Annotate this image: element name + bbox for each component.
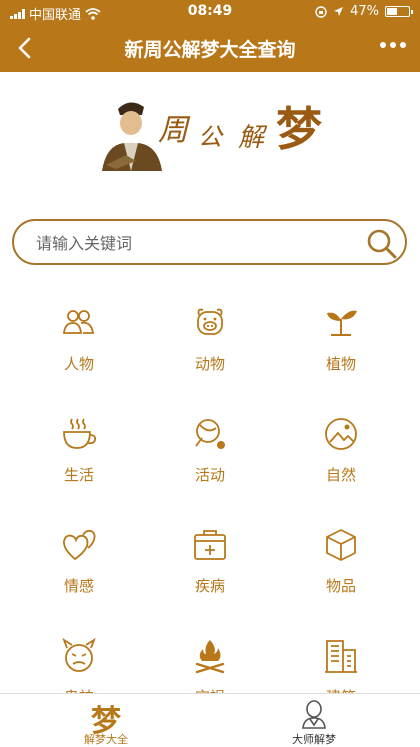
duke-zhou-portrait-icon <box>102 102 162 171</box>
category-label: 活动 <box>194 466 225 484</box>
page-title: 新周公解梦大全查询 <box>124 39 296 61</box>
category-label: 植物 <box>325 355 356 373</box>
status-bar: 中国联通 08:49 47% <box>0 0 420 24</box>
nav-bar: 新周公解梦大全查询 <box>0 24 420 72</box>
category-activities[interactable]: 活动 <box>145 416 275 506</box>
category-label: 动物 <box>194 355 225 373</box>
monk-icon <box>302 700 326 729</box>
category-label: 生活 <box>63 466 94 484</box>
tab-label: 解梦大全 <box>84 733 128 746</box>
medical-kit-icon <box>194 530 226 560</box>
logo: 周 公 解 梦 <box>96 95 326 175</box>
tab-bar: 梦 解梦大全 大师解梦 <box>0 693 420 747</box>
category-label: 疾病 <box>194 577 225 595</box>
category-life[interactable]: 生活 <box>14 416 144 506</box>
search-bar <box>12 219 407 265</box>
tab-label: 大师解梦 <box>292 733 336 746</box>
tab-dream-encyclopedia[interactable]: 梦 解梦大全 <box>36 694 176 747</box>
battery-percent: 47% <box>350 4 379 19</box>
ping-pong-icon <box>195 419 225 449</box>
building-icon <box>325 640 357 673</box>
category-animals[interactable]: 动物 <box>145 305 275 395</box>
logo-char-2: 公 <box>198 123 222 151</box>
people-icon <box>63 310 95 334</box>
category-label: 自然 <box>325 466 356 484</box>
steaming-cup-icon <box>63 418 97 449</box>
logo-char-4: 梦 <box>276 102 322 156</box>
top-bar: 中国联通 08:49 47% 新周公解梦大全查询 <box>0 0 420 72</box>
tab-master-interpretation[interactable]: 大师解梦 <box>244 694 384 747</box>
pig-face-icon <box>197 308 223 335</box>
chevron-left-icon[interactable] <box>10 32 42 64</box>
category-nature[interactable]: 自然 <box>276 416 406 506</box>
category-items[interactable]: 物品 <box>276 527 406 617</box>
devil-face-icon <box>62 638 96 672</box>
box-icon <box>326 529 356 561</box>
battery-icon <box>385 6 413 17</box>
category-label: 人物 <box>63 355 94 373</box>
hearts-icon <box>63 529 96 561</box>
sprout-icon <box>327 310 357 336</box>
category-emotions[interactable]: 情感 <box>14 527 144 617</box>
landscape-icon <box>325 418 357 450</box>
search-icon[interactable] <box>365 227 399 261</box>
category-people[interactable]: 人物 <box>14 305 144 395</box>
category-illness[interactable]: 疾病 <box>145 527 275 617</box>
search-input[interactable] <box>36 230 346 256</box>
category-label: 情感 <box>63 577 94 595</box>
location-icon <box>334 7 344 16</box>
logo-char-3: 解 <box>238 123 265 153</box>
logo-char-1: 周 <box>158 113 188 148</box>
status-right: 47% <box>315 4 413 19</box>
category-label: 物品 <box>325 577 356 595</box>
rotation-lock-icon <box>315 5 327 18</box>
fire-icon <box>195 640 225 674</box>
more-dots-icon[interactable] <box>380 42 406 48</box>
category-plants[interactable]: 植物 <box>276 305 406 395</box>
